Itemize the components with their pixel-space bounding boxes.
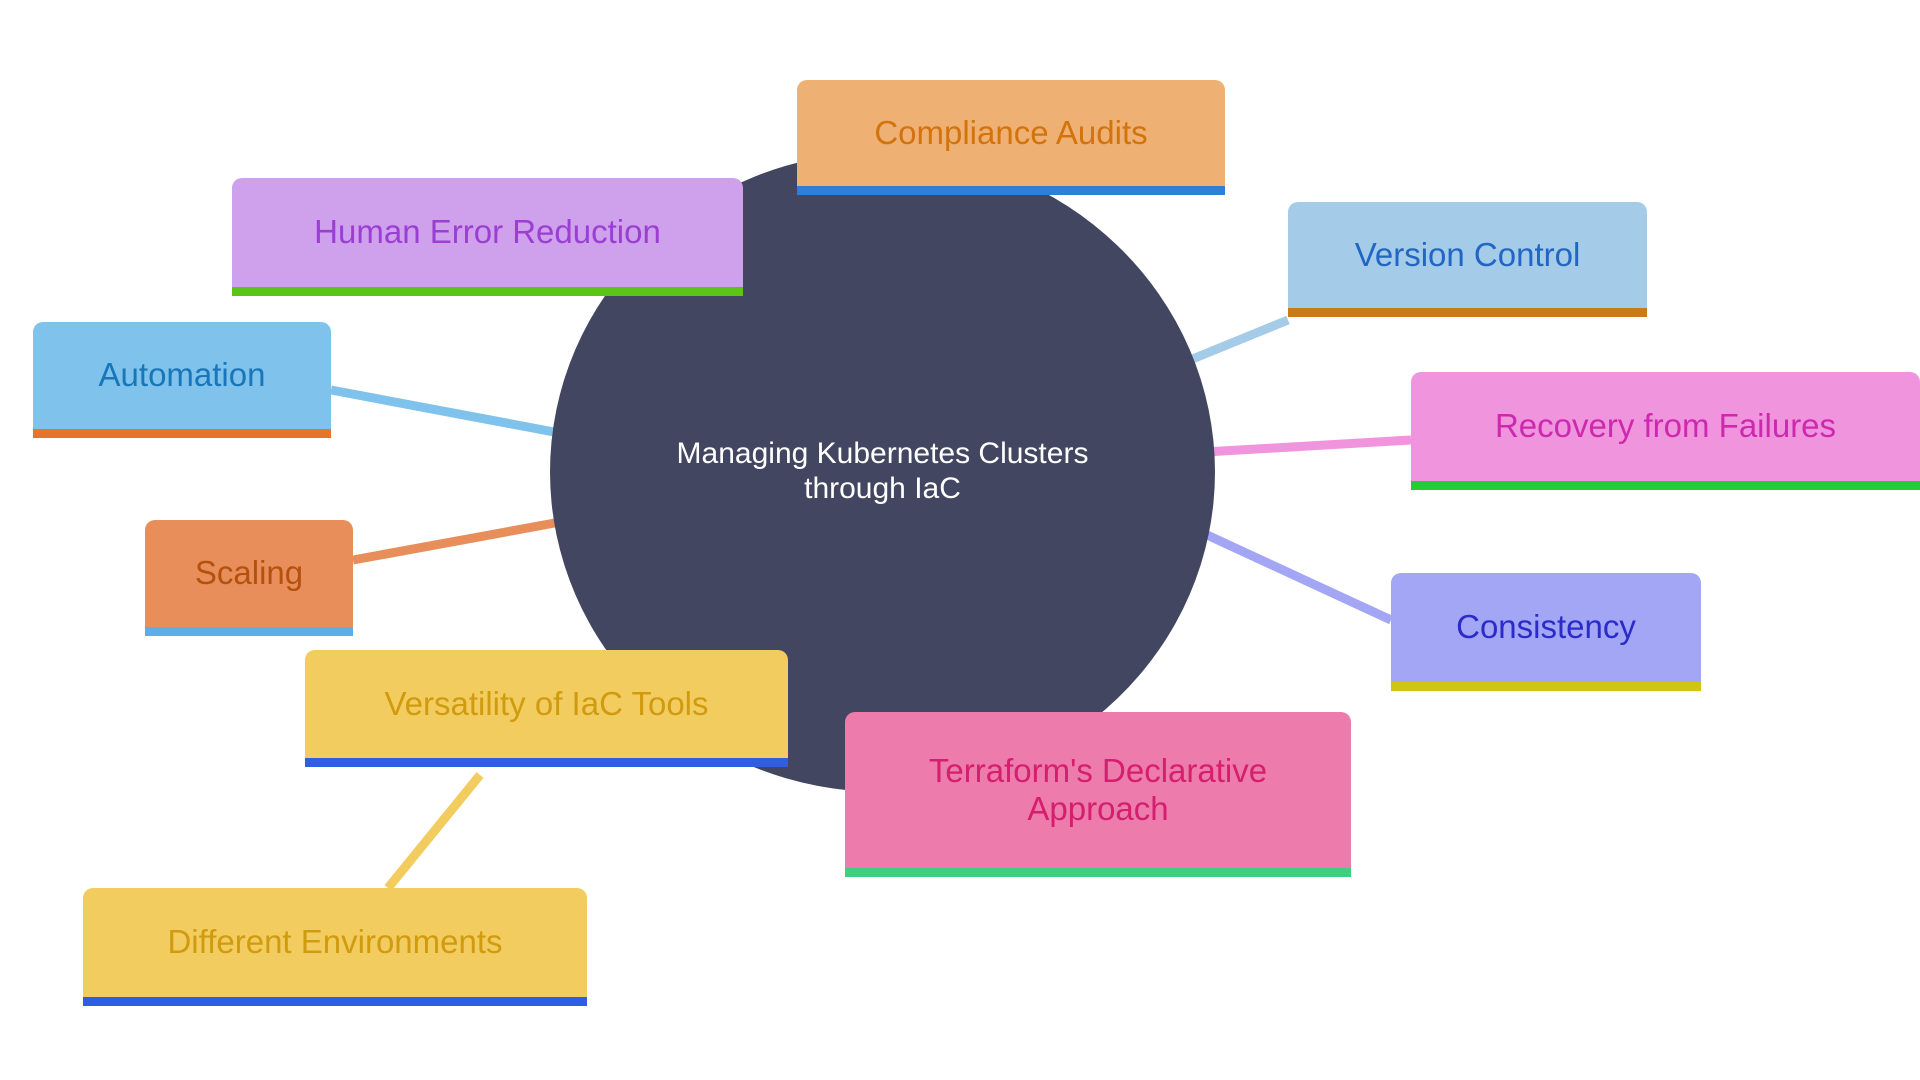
mindmap-canvas: Managing Kubernetes Clusters through IaC… [0,0,1920,1080]
branch-node-scaling[interactable]: Scaling [145,520,353,636]
branch-node-compliance-audits[interactable]: Compliance Audits [797,80,1225,195]
branch-node-versatility-of-iac-tools[interactable]: Versatility of IaC Tools [305,650,788,767]
connector-version-control [1188,315,1290,365]
connector-recovery-from-failures [1204,435,1412,457]
branch-node-label: Automation [98,356,266,394]
branch-node-human-error-reduction[interactable]: Human Error Reduction [232,178,743,296]
branch-node-label: Different Environments [167,923,503,961]
branch-node-label: Scaling [194,554,304,592]
branch-node-consistency[interactable]: Consistency [1391,573,1701,691]
connector-consistency [1190,523,1393,625]
connector-automation [330,385,571,440]
branch-node-label: Version Control [1354,235,1581,273]
branch-node-terraform-declarative-approach[interactable]: Terraform's Declarative Approach [845,712,1351,877]
branch-node-label: Consistency [1456,608,1636,646]
branch-node-label: Versatility of IaC Tools [384,684,709,722]
branch-node-recovery-from-failures[interactable]: Recovery from Failures [1411,372,1920,490]
connector-scaling [352,513,583,565]
branch-node-label: Terraform's Declarative Approach [928,751,1268,827]
branch-node-different-environments[interactable]: Different Environments [83,888,587,1006]
branch-node-version-control[interactable]: Version Control [1288,202,1647,317]
branch-node-automation[interactable]: Automation [33,322,331,438]
branch-node-label: Compliance Audits [874,113,1148,151]
branch-node-label: Human Error Reduction [314,213,661,251]
branch-node-label: Recovery from Failures [1494,407,1837,445]
root-node-label: Managing Kubernetes Clusters through IaC [676,437,1089,505]
connector-different-environments [384,772,484,891]
